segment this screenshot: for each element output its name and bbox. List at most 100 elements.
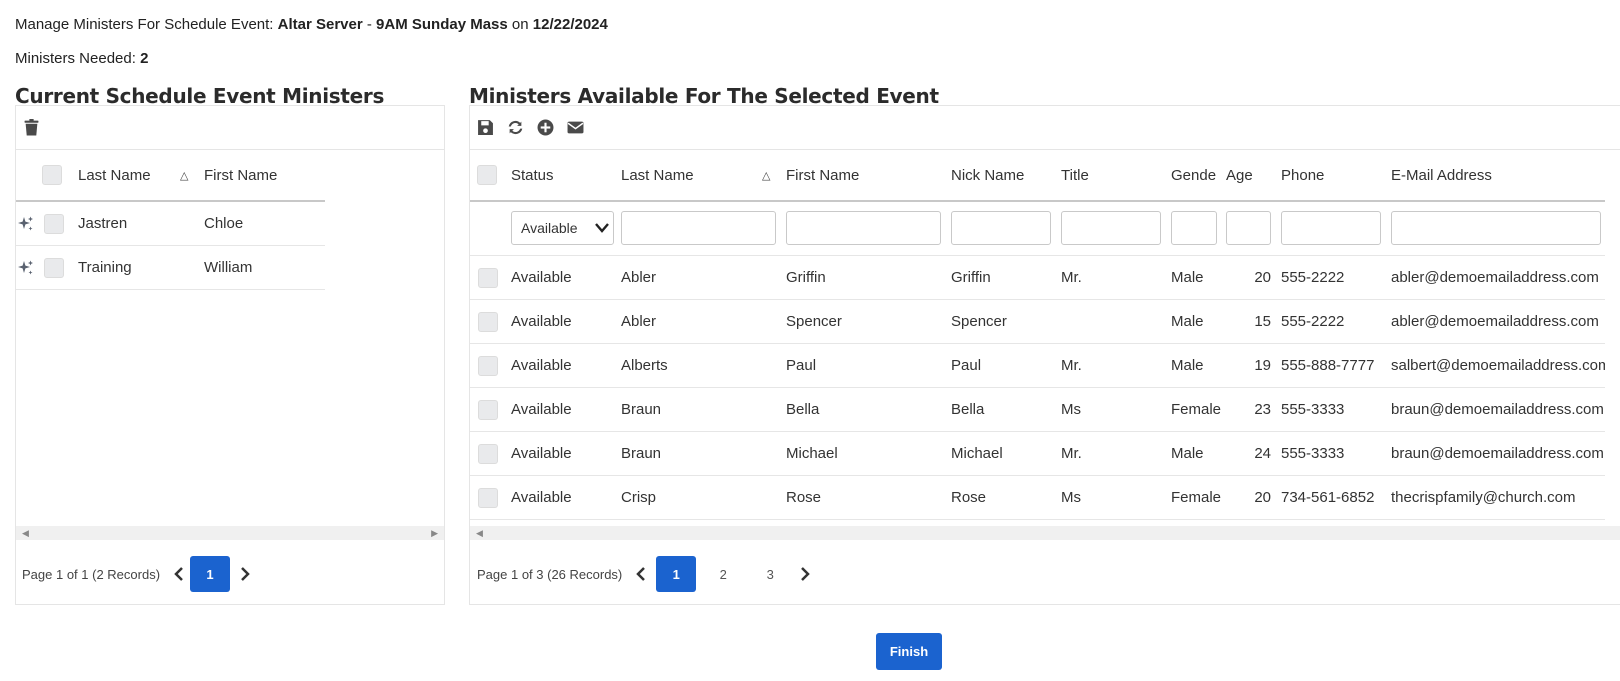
next-page-icon[interactable] — [234, 563, 256, 585]
cell-status: Available — [511, 313, 572, 330]
cell-first-name: Paul — [786, 357, 817, 374]
title-filter-input[interactable] — [1061, 211, 1161, 245]
table-row[interactable]: Available Alberts Paul Paul Mr. Male 19 555-888… — [470, 344, 1605, 388]
ministers-needed: Ministers Needed: 2 — [15, 50, 148, 67]
sort-ascending-icon[interactable]: △ — [762, 150, 776, 200]
cell-nick-name: Michael — [951, 445, 1003, 462]
column-header-last-name[interactable]: Last Name — [621, 150, 751, 200]
scroll-left-icon[interactable]: ◀ — [22, 528, 29, 539]
cell-gender: Male — [1171, 269, 1204, 286]
email-filter-input[interactable] — [1391, 211, 1601, 245]
cell-last-name: Braun — [621, 401, 662, 418]
cell-last-name: Crisp — [621, 489, 657, 506]
table-row[interactable]: Available Abler Spencer Spencer Male 15 555-22… — [470, 300, 1605, 344]
available-ministers-panel: Status Last Name △ First Name Nick Name … — [469, 105, 1620, 605]
cell-email[interactable]: thecrispfamily@church.com — [1391, 476, 1605, 519]
row-checkbox[interactable] — [478, 443, 498, 464]
cell-email[interactable]: abler@demoemailaddress.com — [1391, 300, 1605, 343]
row-checkbox[interactable] — [478, 355, 498, 376]
needed-value: 2 — [140, 50, 149, 67]
first-name-filter-input[interactable] — [786, 211, 941, 245]
cell-nick-name: Paul — [951, 357, 982, 374]
table-row[interactable]: Available Braun Bella Bella Ms Female 23 555-33… — [470, 388, 1605, 432]
right-pager: Page 1 of 3 (26 Records) 1 2 3 — [470, 548, 816, 600]
status-filter-select[interactable]: Available — [511, 211, 614, 245]
refresh-icon[interactable] — [506, 119, 524, 137]
left-pager-summary: Page 1 of 1 (2 Records) — [22, 566, 161, 582]
cell-gender: Male — [1171, 357, 1204, 374]
cell-email[interactable]: braun@demoemailaddress.com — [1391, 432, 1605, 475]
column-header-title[interactable]: Title — [1061, 150, 1161, 200]
trash-icon[interactable] — [22, 119, 40, 137]
table-row[interactable]: Available Crisp Rose Rose Ms Female 20 734-561-… — [470, 476, 1605, 520]
column-header-nick-name[interactable]: Nick Name — [951, 150, 1051, 200]
column-header-first-name[interactable]: First Name — [204, 150, 324, 200]
row-checkbox[interactable] — [478, 267, 498, 288]
scroll-right-icon[interactable]: ▶ — [431, 528, 438, 539]
column-header-email[interactable]: E-Mail Address — [1391, 150, 1591, 200]
table-row[interactable]: Jastren Chloe — [16, 202, 325, 246]
age-filter-input[interactable] — [1226, 211, 1271, 245]
column-header-phone[interactable]: Phone — [1281, 150, 1381, 200]
cell-last-name: Abler — [621, 269, 657, 286]
right-page-2[interactable]: 2 — [703, 556, 743, 592]
row-checkbox-cell — [478, 300, 504, 343]
table-row[interactable]: Available Abler Griffin Griffin Mr. Male 20 555… — [470, 256, 1605, 300]
right-page-1[interactable]: 1 — [656, 556, 697, 592]
column-header-status[interactable]: Status — [511, 150, 611, 200]
next-page-icon[interactable] — [794, 563, 816, 585]
chevron-down-icon — [595, 220, 609, 236]
right-grid-header: Status Last Name △ First Name Nick Name … — [470, 150, 1605, 202]
prev-page-icon[interactable] — [168, 563, 190, 585]
cell-phone: 555-2222 — [1281, 313, 1345, 330]
cell-age: 23 — [1254, 401, 1271, 418]
right-page-3[interactable]: 3 — [750, 556, 790, 592]
nick-name-filter-input[interactable] — [951, 211, 1051, 245]
cell-last-name: Abler — [621, 313, 657, 330]
cell-title: Mr. — [1061, 357, 1082, 374]
left-grid-header: Last Name △ First Name — [16, 150, 325, 202]
row-checkbox[interactable] — [478, 487, 498, 508]
cell-email[interactable]: braun@demoemailaddress.com — [1391, 388, 1605, 431]
left-horizontal-scrollbar[interactable]: ◀ ▶ — [16, 526, 444, 540]
row-checkbox[interactable] — [44, 213, 64, 234]
add-icon[interactable] — [536, 119, 554, 137]
save-icon[interactable] — [476, 119, 494, 137]
cell-title — [1061, 300, 1161, 343]
select-all-cell — [477, 150, 507, 200]
prev-page-icon[interactable] — [630, 563, 652, 585]
column-header-gender[interactable]: Gende — [1171, 150, 1218, 200]
last-name-filter-input[interactable] — [621, 211, 776, 245]
left-page-1[interactable]: 1 — [190, 556, 231, 592]
phone-filter-input[interactable] — [1281, 211, 1381, 245]
cell-nick-name: Spencer — [951, 313, 1007, 330]
table-row[interactable]: Available Braun Michael Michael Mr. Male 24 555… — [470, 432, 1605, 476]
cell-gender: Female — [1171, 489, 1222, 506]
right-horizontal-scrollbar[interactable]: ◀ — [470, 526, 1620, 540]
cell-email[interactable]: salbert@demoemailaddress.com — [1391, 344, 1605, 387]
cell-gender: Male — [1171, 445, 1204, 462]
scroll-left-icon[interactable]: ◀ — [476, 528, 483, 539]
select-all-checkbox[interactable] — [42, 165, 62, 185]
cell-last-name: Braun — [621, 445, 662, 462]
row-checkbox[interactable] — [44, 257, 64, 278]
finish-button[interactable]: Finish — [876, 633, 942, 670]
column-header-age[interactable]: Age — [1226, 150, 1271, 200]
sparkle-icon[interactable] — [18, 202, 38, 245]
status-filter-value: Available — [521, 220, 578, 236]
gender-filter-input[interactable] — [1171, 211, 1217, 245]
cell-email[interactable]: abler@demoemailaddress.com — [1391, 256, 1605, 299]
cell-title: Mr. — [1061, 269, 1082, 286]
select-all-checkbox[interactable] — [477, 165, 497, 185]
filter-row: Available — [470, 202, 1605, 256]
email-icon[interactable] — [566, 119, 584, 137]
row-checkbox-cell — [478, 256, 504, 299]
row-checkbox[interactable] — [478, 399, 498, 420]
column-header-first-name[interactable]: First Name — [786, 150, 936, 200]
table-row[interactable]: Training William — [16, 246, 325, 290]
row-checkbox[interactable] — [478, 311, 498, 332]
event-date: 12/22/2024 — [532, 16, 608, 33]
sparkle-icon[interactable] — [18, 246, 38, 289]
sort-ascending-icon[interactable]: △ — [180, 150, 194, 200]
cell-first-name: Spencer — [786, 313, 842, 330]
